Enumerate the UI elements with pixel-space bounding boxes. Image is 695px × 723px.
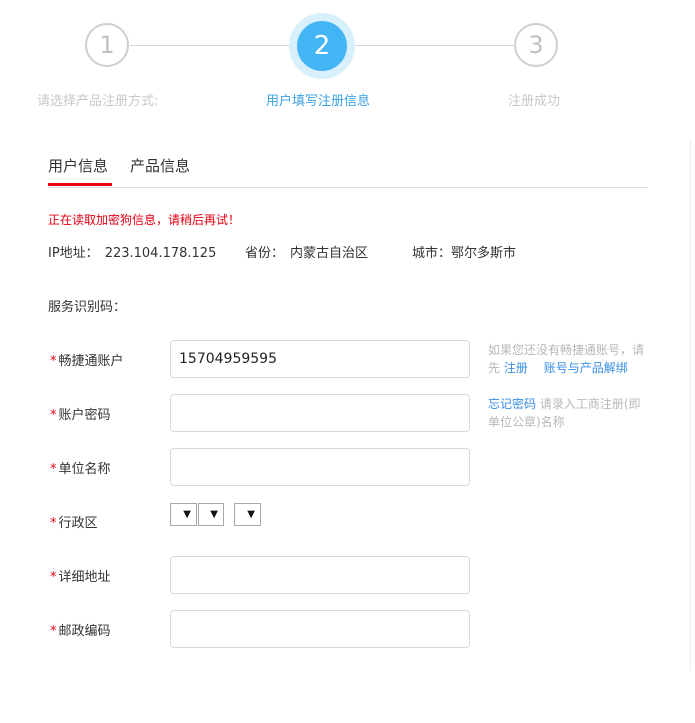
active-tab-indicator — [48, 183, 112, 186]
postcode-input[interactable] — [170, 610, 470, 648]
step-1-label: 请选择产品注册方式: — [37, 94, 159, 109]
panel-edge — [690, 140, 691, 670]
tab-user-info[interactable]: 用户信息 — [48, 155, 108, 176]
step-3-label: 注册成功 — [508, 94, 561, 109]
step-2-circle: 2 — [297, 21, 347, 71]
ip-label: IP地址： — [48, 246, 99, 261]
password-hint: 忘记密码 请录入工商注册(即单位公章)名称 — [488, 395, 650, 431]
password-label: * 账户密码 — [50, 404, 111, 423]
province-label: 省份： — [245, 246, 285, 261]
ip-value: 223.104.178.125 — [104, 246, 217, 261]
company-input[interactable] — [170, 448, 470, 486]
address-label-text: 详细地址 — [58, 570, 111, 585]
step-1-circle: 1 — [85, 23, 129, 67]
province-select[interactable]: ▼ — [170, 503, 197, 526]
city-select[interactable]: ▼ — [198, 503, 224, 526]
province-value: 内蒙古自治区 — [290, 246, 369, 261]
tab-product-info[interactable]: 产品信息 — [130, 155, 190, 176]
tab-divider — [48, 187, 648, 188]
password-label-text: 账户密码 — [58, 408, 111, 423]
register-link[interactable]: 注册 — [504, 361, 528, 375]
postcode-label-text: 邮政编码 — [58, 624, 111, 639]
account-input[interactable]: 15704959595 — [170, 340, 470, 378]
company-label: * 单位名称 — [50, 458, 111, 477]
stepper-line-1 — [130, 45, 292, 46]
required-mark: * — [50, 354, 57, 369]
required-mark: * — [50, 462, 57, 477]
province-info: 省份： 内蒙古自治区 — [245, 242, 368, 261]
account-hint: 如果您还没有畅捷通账号，请先 注册 账号与产品解绑 — [488, 341, 650, 377]
account-label-text: 畅捷通账户 — [58, 354, 124, 369]
forgot-password-link[interactable]: 忘记密码 — [488, 397, 536, 411]
postcode-label: * 邮政编码 — [50, 620, 111, 639]
region-label-text: 行政区 — [58, 516, 98, 531]
step-3-circle: 3 — [514, 23, 558, 67]
city-value: 鄂尔多斯市 — [451, 246, 517, 261]
required-mark: * — [50, 516, 57, 531]
service-code-label: 服务识别码： — [48, 300, 127, 315]
address-input[interactable] — [170, 556, 470, 594]
district-select[interactable]: ▼ — [234, 503, 261, 526]
error-message: 正在读取加密狗信息，请稍后再试！ — [48, 213, 241, 227]
step-2-label: 用户填写注册信息 — [266, 94, 371, 109]
region-label: * 行政区 — [50, 512, 98, 531]
ip-info: IP地址： 223.104.178.125 — [48, 242, 216, 261]
city-info: 城市：鄂尔多斯市 — [412, 242, 516, 261]
company-label-text: 单位名称 — [58, 462, 111, 477]
required-mark: * — [50, 624, 57, 639]
required-mark: * — [50, 570, 57, 585]
account-label: * 畅捷通账户 — [50, 350, 124, 369]
unbind-link[interactable]: 账号与产品解绑 — [544, 361, 628, 375]
address-label: * 详细地址 — [50, 566, 111, 585]
city-label: 城市： — [412, 246, 452, 261]
required-mark: * — [50, 408, 57, 423]
password-input[interactable] — [170, 394, 470, 432]
stepper-line-2 — [352, 45, 514, 46]
